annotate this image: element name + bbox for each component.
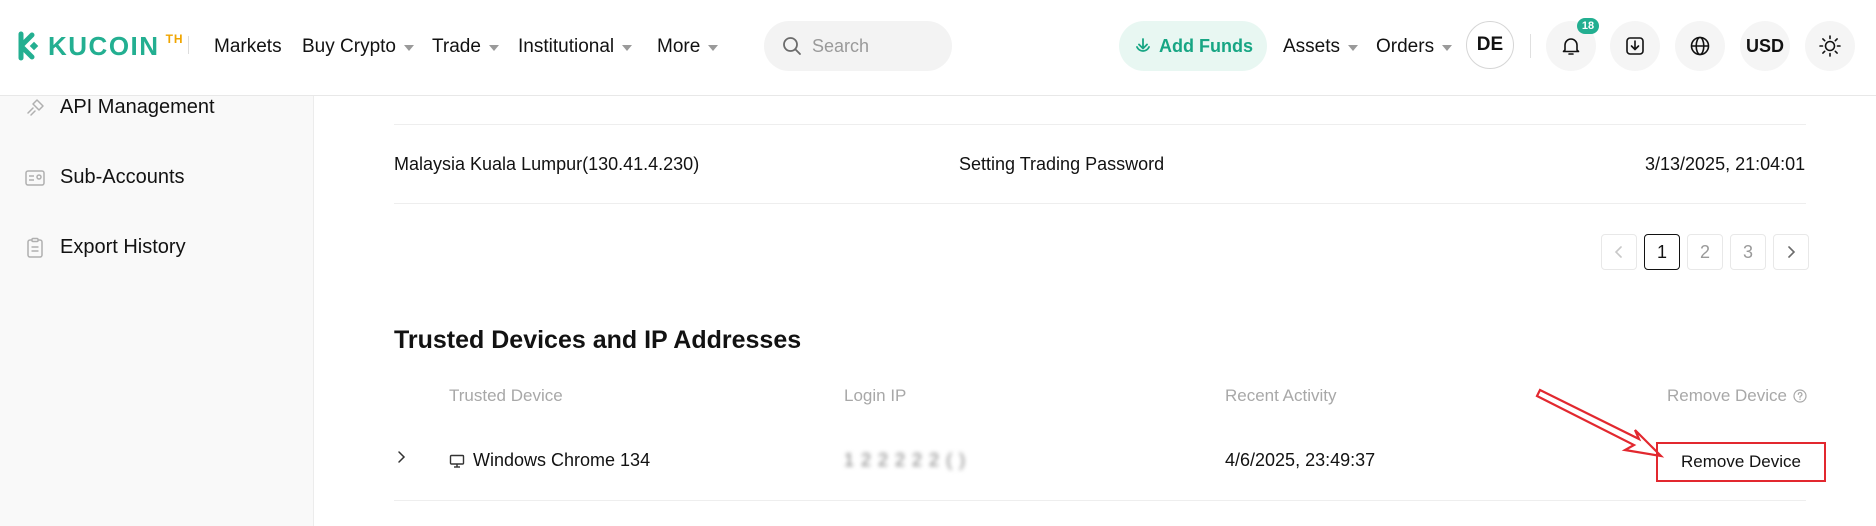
sidebar-item-label: API Management [60, 96, 215, 118]
globe-icon [1690, 36, 1710, 56]
kucoin-logo[interactable]: KUCOIN TH [12, 30, 184, 62]
api-link-icon [27, 98, 44, 116]
brand-name: KUCOIN [48, 30, 160, 61]
caret-down-icon [622, 45, 633, 51]
notification-count-badge: 18 [1577, 18, 1599, 34]
nav-orders[interactable]: Orders [1376, 36, 1453, 58]
nav-assets-label: Assets [1283, 36, 1341, 57]
column-header-recent-activity: Recent Activity [1225, 386, 1337, 405]
nav-buy-crypto[interactable]: Buy Crypto [302, 36, 414, 58]
logo-divider [188, 36, 189, 54]
avatar[interactable]: DE [1466, 21, 1514, 69]
search-input[interactable] [812, 35, 932, 57]
download-app-icon [1626, 37, 1644, 55]
column-header-trusted-device: Trusted Device [449, 386, 563, 405]
chevron-right-icon [1788, 246, 1796, 258]
recent-activity-value: 4/6/2025, 23:49:37 [1225, 450, 1376, 470]
kucoin-logo-icon [18, 31, 39, 61]
nav-institutional[interactable]: Institutional [518, 36, 633, 58]
security-log-action: Setting Trading Password [959, 154, 1165, 174]
desktop-icon [449, 454, 465, 468]
caret-down-icon [1442, 45, 1453, 51]
help-circle-icon[interactable] [1793, 389, 1807, 403]
nav-markets-label: Markets [214, 36, 282, 57]
bell-icon [1562, 38, 1580, 55]
nav-trade-label: Trade [432, 36, 481, 57]
caret-down-icon [488, 45, 499, 51]
trusted-devices-title: Trusted Devices and IP Addresses [394, 326, 802, 354]
account-sidebar: API Management Sub-Accounts Export Histo… [0, 96, 314, 526]
search-icon [783, 37, 801, 55]
page-button-2[interactable]: 2 [1687, 234, 1723, 270]
annotation-arrow-icon [1535, 388, 1665, 458]
caret-down-icon [403, 45, 414, 51]
sub-accounts-icon [25, 169, 45, 186]
nav-more[interactable]: More [657, 36, 719, 58]
header-divider [1530, 34, 1531, 58]
pagination: 1 2 3 [1601, 234, 1809, 270]
add-funds-button[interactable]: Add Funds [1119, 21, 1267, 71]
remove-device-button[interactable]: Remove Device [1656, 442, 1826, 482]
expand-row-button[interactable] [395, 450, 407, 464]
theme-toggle-button[interactable] [1805, 21, 1855, 71]
brand-region: TH [165, 32, 184, 46]
sidebar-item-api-management[interactable]: API Management [24, 96, 215, 119]
top-navbar: KUCOIN TH Markets Buy Crypto Trade Insti… [0, 0, 1876, 96]
row-divider [394, 203, 1806, 204]
add-funds-label: Add Funds [1159, 35, 1253, 56]
chevron-right-icon [398, 451, 406, 463]
security-log-location: Malaysia Kuala Lumpur(130.41.4.230) [394, 154, 700, 174]
row-divider [394, 124, 1806, 125]
trusted-device-name: Windows Chrome 134 [473, 450, 651, 470]
currency-button[interactable]: USD [1740, 21, 1790, 71]
download-circle-icon [1136, 38, 1150, 52]
chevron-left-icon [1614, 246, 1622, 258]
nav-institutional-label: Institutional [518, 36, 615, 57]
sun-icon [1819, 35, 1841, 57]
security-log-time: 3/13/2025, 21:04:01 [1645, 154, 1806, 174]
column-header-remove-device: Remove Device [1667, 386, 1807, 406]
trusted-device-cell: Windows Chrome 134 [449, 450, 650, 471]
column-header-label: Remove Device [1667, 386, 1787, 405]
language-button[interactable] [1675, 21, 1725, 71]
nav-buy-crypto-label: Buy Crypto [302, 36, 396, 57]
nav-trade[interactable]: Trade [432, 36, 499, 58]
nav-assets[interactable]: Assets [1283, 36, 1359, 58]
sidebar-item-label: Export History [60, 236, 186, 258]
main-content: Malaysia Kuala Lumpur(130.41.4.230) Sett… [315, 96, 1876, 526]
column-header-login-ip: Login IP [844, 386, 907, 405]
prev-page-button[interactable] [1601, 234, 1637, 270]
nav-orders-label: Orders [1376, 36, 1435, 57]
next-page-button[interactable] [1773, 234, 1809, 270]
search-box[interactable] [764, 21, 952, 71]
nav-markets[interactable]: Markets [214, 36, 282, 58]
nav-more-label: More [657, 36, 701, 57]
caret-down-icon [708, 45, 719, 51]
sidebar-item-label: Sub-Accounts [60, 166, 185, 188]
sidebar-item-export-history[interactable]: Export History [24, 236, 186, 259]
caret-down-icon [1348, 45, 1359, 51]
download-app-button[interactable] [1610, 21, 1660, 71]
page-button-1[interactable]: 1 [1644, 234, 1680, 270]
login-ip-value: 1 2 2 2 2 2 ( ) [844, 450, 967, 470]
row-divider [394, 500, 1806, 501]
sidebar-item-sub-accounts[interactable]: Sub-Accounts [24, 166, 185, 189]
page-button-3[interactable]: 3 [1730, 234, 1766, 270]
clipboard-icon [27, 237, 43, 258]
